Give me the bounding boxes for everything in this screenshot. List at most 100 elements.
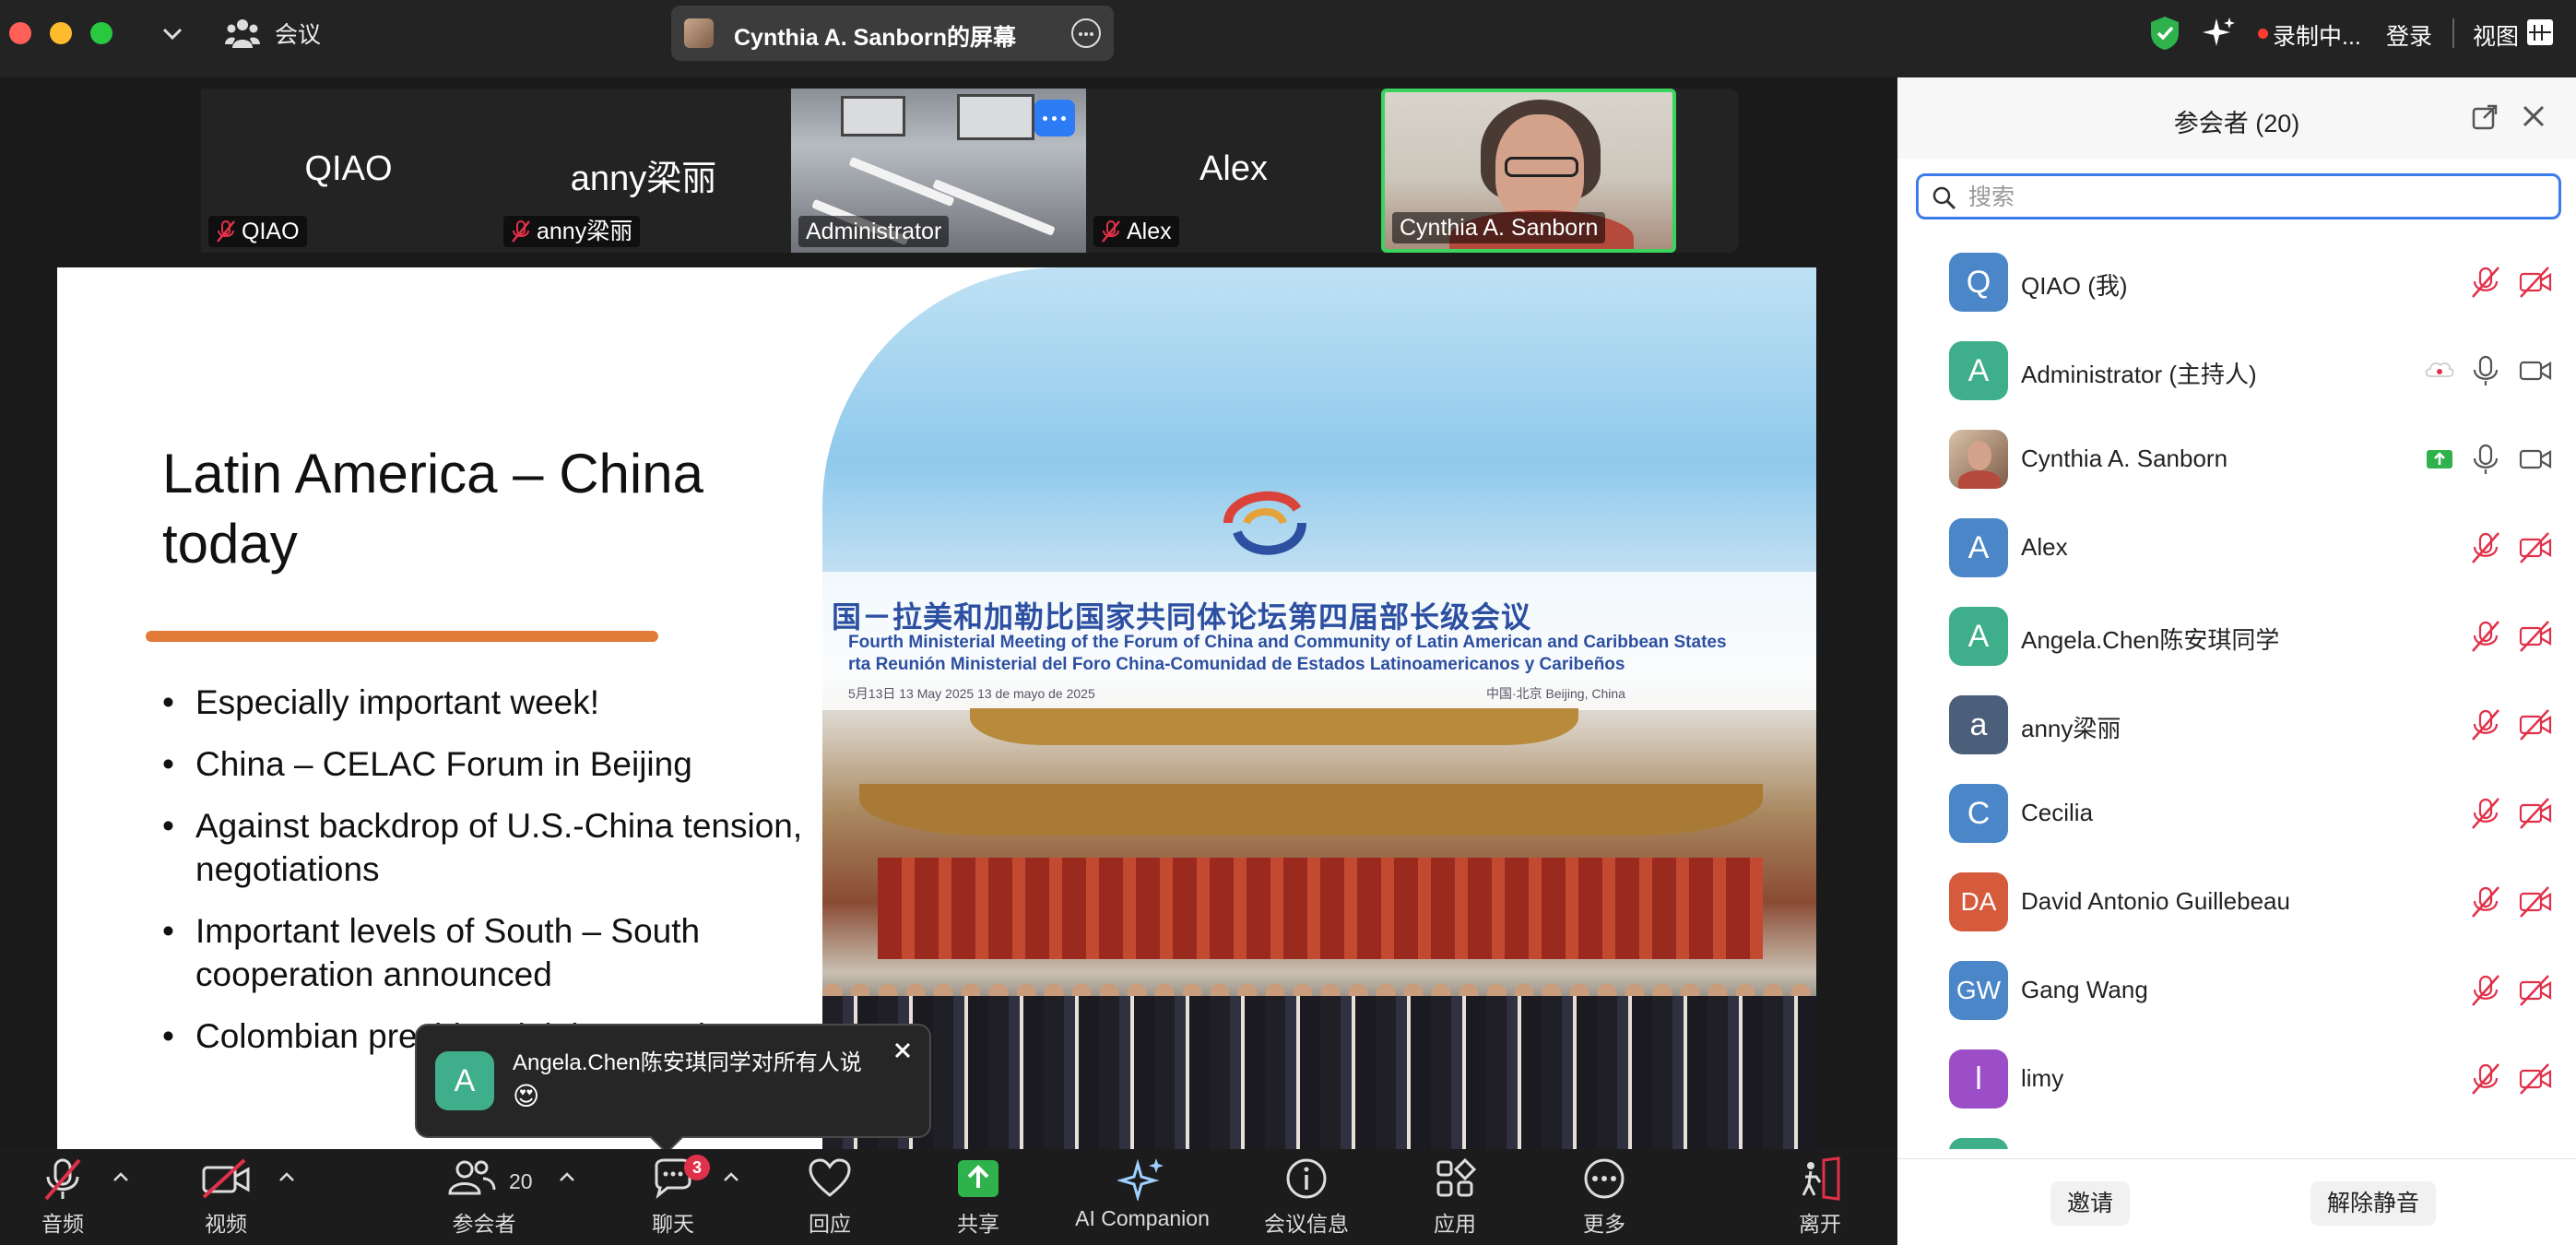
camera-icon[interactable] xyxy=(2519,443,2552,476)
meeting-label[interactable]: 会议 xyxy=(275,17,321,50)
participant-row[interactable]: A Angela.Chen陈安琪同学 xyxy=(1897,592,2576,681)
camera-off-icon[interactable] xyxy=(2519,1062,2552,1096)
palace-roof xyxy=(859,784,1763,836)
participant-row[interactable]: l limy xyxy=(1897,1035,2576,1123)
meeting-toolbar: 音频 视频 参会者 20 聊天 3 回应 共享 AI Companion 会议信… xyxy=(0,1149,1897,1245)
presenter-avatar xyxy=(684,18,714,48)
mic-icon[interactable] xyxy=(2469,354,2502,387)
window-minimize-button[interactable] xyxy=(50,22,72,44)
reactions-button[interactable]: 回应 xyxy=(800,1156,859,1238)
camera-off-icon[interactable] xyxy=(2519,885,2552,919)
slide-bullets: Especially important week! China – CELAC… xyxy=(162,681,826,1076)
camera-off-icon[interactable] xyxy=(2519,620,2552,653)
participant-row[interactable]: DA David Antonio Guillebeau xyxy=(1897,858,2576,946)
video-tile-active-speaker[interactable]: Cynthia A. Sanborn xyxy=(1381,89,1676,253)
security-shield-icon[interactable] xyxy=(2148,15,2181,52)
close-icon[interactable] xyxy=(2521,103,2546,129)
video-tile-classroom[interactable]: Administrator xyxy=(791,89,1086,253)
sender-avatar: A xyxy=(435,1051,494,1110)
camera-off-icon[interactable] xyxy=(2519,797,2552,830)
muted-mic-icon[interactable] xyxy=(2469,1062,2502,1096)
forum-logo-icon xyxy=(1223,491,1306,555)
more-options-icon[interactable] xyxy=(1071,18,1101,48)
ai-sparkle-icon[interactable] xyxy=(2200,15,2237,52)
info-icon xyxy=(1286,1158,1327,1199)
share-button[interactable]: 共享 xyxy=(950,1156,1007,1238)
participant-row[interactable]: a anny梁丽 xyxy=(1897,681,2576,769)
ai-companion-button[interactable]: AI Companion xyxy=(1064,1156,1221,1231)
recording-status[interactable]: 录制中... xyxy=(2273,18,2361,52)
window-close-button[interactable] xyxy=(9,22,31,44)
participant-name: anny梁丽 xyxy=(2021,715,2121,742)
muted-mic-icon[interactable] xyxy=(2469,620,2502,653)
slide-photo: 国－拉美和加勒比国家共同体论坛第四届部长级会议 Fourth Ministeri… xyxy=(822,267,1816,1149)
muted-mic-icon[interactable] xyxy=(2469,708,2502,741)
avatar: GW xyxy=(1949,961,2008,1020)
participant-row[interactable]: A Alex xyxy=(1897,504,2576,592)
muted-mic-icon xyxy=(44,1158,81,1201)
video-tile[interactable]: anny梁丽 anny梁丽 xyxy=(496,89,791,253)
tile-more-icon[interactable] xyxy=(1034,100,1075,136)
avatar xyxy=(1949,1138,2008,1149)
sharing-screen-icon xyxy=(2427,450,2452,468)
more-button[interactable]: 更多 xyxy=(1575,1156,1634,1238)
video-button[interactable]: 视频 xyxy=(194,1156,258,1238)
recording-dot-icon xyxy=(2258,29,2268,39)
avatar-photo xyxy=(1949,430,2008,489)
banner-spanish-text: rta Reunión Ministerial del Foro China-C… xyxy=(848,655,1625,674)
camera-off-icon[interactable] xyxy=(2519,266,2552,299)
muted-mic-icon[interactable] xyxy=(2469,266,2502,299)
pop-out-icon[interactable] xyxy=(2471,103,2499,131)
participant-row-partial[interactable] xyxy=(1897,1123,2576,1149)
chevron-up-icon[interactable] xyxy=(721,1169,741,1184)
chat-message: 😍 xyxy=(513,1082,540,1110)
banner-place-text: 中国·北京 Beijing, China xyxy=(1486,686,1625,701)
video-tile[interactable]: QIAO QIAO xyxy=(201,89,496,253)
chevron-down-icon[interactable] xyxy=(159,15,186,52)
window-maximize-button[interactable] xyxy=(90,22,112,44)
muted-mic-icon[interactable] xyxy=(2469,531,2502,564)
participant-name: limy xyxy=(2021,1064,2064,1092)
title-bar: 会议 Cynthia A. Sanborn的屏幕 录制中... 登录 视图 xyxy=(0,0,2576,77)
participant-name: Angela.Chen陈安琪同学 xyxy=(2021,626,2280,654)
screen-share-pill[interactable]: Cynthia A. Sanborn的屏幕 xyxy=(671,6,1114,61)
muted-mic-icon[interactable] xyxy=(2469,797,2502,830)
apps-button[interactable]: 应用 xyxy=(1425,1156,1484,1238)
participant-row[interactable]: Q QIAO (我) xyxy=(1897,238,2576,326)
chevron-up-icon[interactable] xyxy=(111,1169,131,1184)
search-input[interactable] xyxy=(1968,182,2540,213)
muted-mic-icon[interactable] xyxy=(2469,974,2502,1007)
participant-row[interactable]: A Administrator (主持人) xyxy=(1897,326,2576,415)
banner-english-text: Fourth Ministerial Meeting of the Forum … xyxy=(848,633,1727,652)
heart-icon xyxy=(809,1158,851,1197)
unmute-all-button[interactable]: 解除静音 xyxy=(2310,1181,2437,1226)
camera-icon[interactable] xyxy=(2519,354,2552,387)
participant-row[interactable]: GW Gang Wang xyxy=(1897,946,2576,1035)
participants-icon xyxy=(448,1160,496,1195)
chat-notification[interactable]: A Angela.Chen陈安琪同学对所有人说 😍 xyxy=(415,1024,931,1155)
muted-mic-icon[interactable] xyxy=(2469,885,2502,919)
participant-name: Alex xyxy=(2021,533,2068,561)
grid-view-icon[interactable] xyxy=(2526,18,2554,46)
login-button[interactable]: 登录 xyxy=(2386,18,2432,52)
participants-panel: 参会者 (20) Q QIAO (我) A Administrator (主持人 xyxy=(1897,77,2576,1245)
mic-icon[interactable] xyxy=(2469,443,2502,476)
audio-button[interactable]: 音频 xyxy=(33,1156,92,1238)
leave-button[interactable]: 离开 xyxy=(1794,1156,1846,1238)
invite-button[interactable]: 邀请 xyxy=(2050,1181,2131,1226)
view-button[interactable]: 视图 xyxy=(2473,18,2519,52)
close-icon[interactable] xyxy=(892,1040,913,1061)
muted-mic-icon xyxy=(512,220,530,243)
crowd xyxy=(822,996,1816,1149)
chevron-up-icon[interactable] xyxy=(557,1169,577,1184)
room-screen xyxy=(957,94,1034,140)
participant-row[interactable]: Cynthia A. Sanborn xyxy=(1897,415,2576,504)
meeting-info-button[interactable]: 会议信息 xyxy=(1256,1156,1357,1238)
video-tile[interactable]: Alex Alex xyxy=(1086,89,1381,253)
chevron-up-icon[interactable] xyxy=(277,1169,297,1184)
camera-off-icon[interactable] xyxy=(2519,531,2552,564)
participant-row[interactable]: C Cecilia xyxy=(1897,769,2576,858)
camera-off-icon[interactable] xyxy=(2519,974,2552,1007)
participant-name: David Antonio Guillebeau xyxy=(2021,887,2290,915)
camera-off-icon[interactable] xyxy=(2519,708,2552,741)
